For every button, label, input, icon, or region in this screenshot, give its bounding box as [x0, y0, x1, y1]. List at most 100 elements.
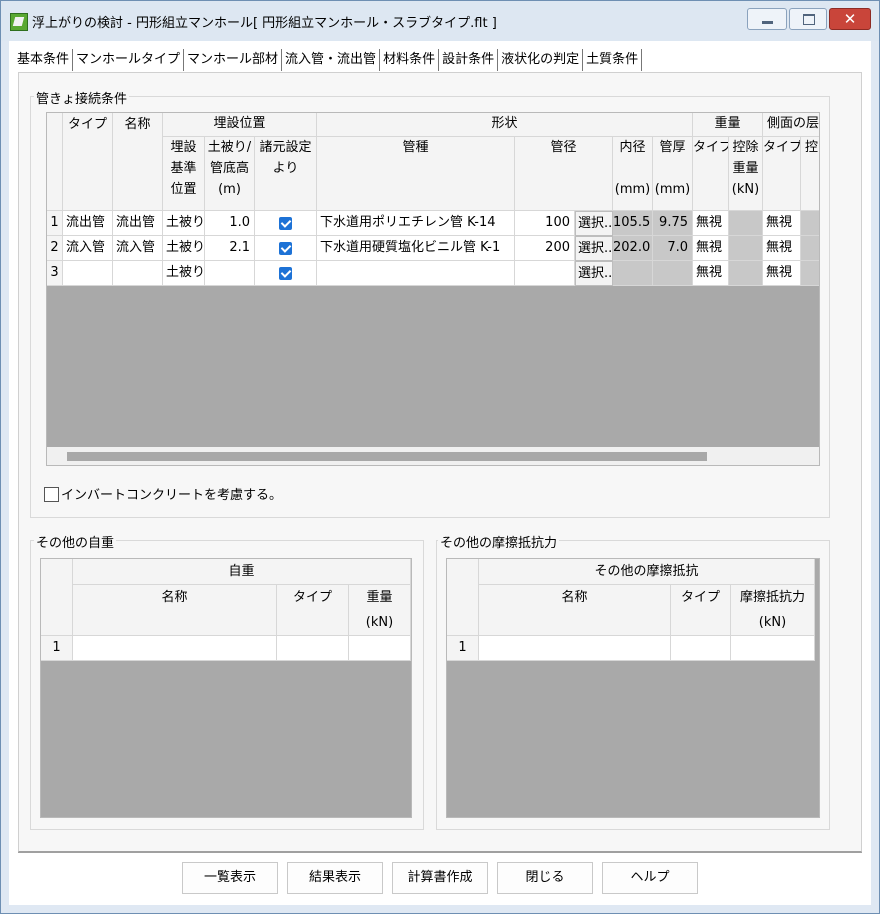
- cell-burial-basis[interactable]: 土被り: [163, 236, 205, 261]
- tab-inflow-outflow[interactable]: 流入管・流出管: [282, 49, 381, 71]
- invert-concrete-label[interactable]: インバートコンクリートを考慮する。: [61, 484, 282, 503]
- create-report-button[interactable]: 計算書作成: [392, 862, 488, 894]
- cell-type[interactable]: 流出管: [63, 211, 113, 236]
- col-header-deduct-weight: 控除 重量 (kN): [729, 137, 763, 211]
- cell-cover[interactable]: [205, 261, 255, 286]
- deduct-line2: 重量: [732, 161, 759, 176]
- close-window-button[interactable]: ✕: [829, 8, 871, 30]
- tab-liquefaction[interactable]: 液状化の判定: [498, 49, 584, 71]
- col-header-weight: 重量 (kN): [349, 585, 411, 636]
- col-header-type: タイプ: [277, 585, 349, 636]
- cell-side-type[interactable]: 無視: [763, 261, 801, 286]
- col-header-name: 名称: [73, 585, 277, 636]
- invert-concrete-checkbox[interactable]: [44, 487, 59, 502]
- cell-name[interactable]: 流入管: [113, 236, 163, 261]
- tab-soil-conditions[interactable]: 土質条件: [583, 49, 643, 71]
- scrollbar-thumb[interactable]: [67, 452, 707, 461]
- cell-thickness: [653, 261, 693, 286]
- select-pipe-button[interactable]: 選択...: [575, 261, 613, 286]
- list-view-button[interactable]: 一覧表示: [182, 862, 278, 894]
- cell-side-partial: [801, 236, 819, 261]
- help-button[interactable]: ヘルプ: [602, 862, 698, 894]
- minimize-button[interactable]: [747, 8, 787, 30]
- col-header-side-type: タイプ: [763, 137, 801, 211]
- row-number: 1: [47, 211, 63, 236]
- cell-from-settings[interactable]: [255, 261, 317, 286]
- checkbox-checked-icon[interactable]: [279, 267, 292, 280]
- cell-type[interactable]: [63, 261, 113, 286]
- col-header-weight-type: タイプ: [693, 137, 729, 211]
- cell-cover[interactable]: 2.1: [205, 236, 255, 261]
- cell-name[interactable]: [113, 261, 163, 286]
- result-view-button[interactable]: 結果表示: [287, 862, 383, 894]
- settings-line1: 諸元設定: [259, 140, 312, 155]
- grid-corner: [47, 113, 63, 211]
- grid-corner: [41, 559, 73, 636]
- close-button[interactable]: 閉じる: [497, 862, 593, 894]
- weight-line2: (kN): [365, 615, 394, 630]
- cell-burial-basis[interactable]: 土被り: [163, 211, 205, 236]
- cell-weight-type[interactable]: 無視: [693, 211, 729, 236]
- cell-weight-type[interactable]: 無視: [693, 261, 729, 286]
- friction-grid[interactable]: その他の摩擦抵抗 名称 タイプ 摩擦抵抗力 (kN) 1: [446, 558, 820, 818]
- cell-cover[interactable]: 1.0: [205, 211, 255, 236]
- cell-type[interactable]: [277, 636, 349, 661]
- maximize-button[interactable]: [789, 8, 827, 30]
- cell-thickness: 9.75: [653, 211, 693, 236]
- checkbox-checked-icon[interactable]: [279, 242, 292, 255]
- col-header-thickness: 管厚 (mm): [653, 137, 693, 211]
- cell-type[interactable]: 流入管: [63, 236, 113, 261]
- tab-design-conditions[interactable]: 設計条件: [439, 49, 499, 71]
- tab-manhole-type[interactable]: マンホールタイプ: [73, 49, 185, 71]
- cell-deduct-weight: [729, 261, 763, 286]
- cell-weight-type[interactable]: 無視: [693, 236, 729, 261]
- select-pipe-button[interactable]: 選択...: [575, 236, 613, 261]
- cell-inner-diameter: [613, 261, 653, 286]
- app-icon: [10, 13, 28, 31]
- bottom-separator: [18, 852, 862, 853]
- tab-material-conditions[interactable]: 材料条件: [380, 49, 440, 71]
- col-header-self-weight: 自重: [73, 559, 411, 585]
- cell-name[interactable]: [73, 636, 277, 661]
- cell-side-type[interactable]: 無視: [763, 211, 801, 236]
- row-number: 2: [47, 236, 63, 261]
- deduct-line3: (kN): [731, 182, 760, 197]
- cover-line1: 土被り/: [207, 140, 252, 155]
- tab-basic-conditions[interactable]: 基本条件: [14, 49, 74, 71]
- cell-name[interactable]: 流出管: [113, 211, 163, 236]
- select-pipe-button[interactable]: 選択...: [575, 211, 613, 236]
- cell-from-settings[interactable]: [255, 236, 317, 261]
- cell-pipe-type[interactable]: 下水道用硬質塩化ビニル管 K-1: [317, 236, 515, 261]
- tab-manhole-parts[interactable]: マンホール部材: [184, 49, 283, 71]
- force-line1: 摩擦抵抗力: [739, 590, 805, 605]
- checkbox-checked-icon[interactable]: [279, 217, 292, 230]
- cell-friction-force[interactable]: [731, 636, 815, 661]
- horizontal-scrollbar[interactable]: [47, 447, 819, 465]
- col-header-name: 名称: [113, 113, 163, 211]
- cell-weight[interactable]: [349, 636, 411, 661]
- row-number: 1: [41, 636, 73, 661]
- burial-basis-line2: 基準: [170, 161, 197, 176]
- cell-pipe-type[interactable]: [317, 261, 515, 286]
- col-header-from-settings: 諸元設定 より: [255, 137, 317, 211]
- pipe-grid[interactable]: タイプ 名称 埋設位置 形状 重量 側面の层 埋設 基準 位置 土被り/ 管底高…: [46, 112, 820, 466]
- cell-side-type[interactable]: 無視: [763, 236, 801, 261]
- cell-thickness: 7.0: [653, 236, 693, 261]
- cell-pipe-diameter[interactable]: 100: [515, 211, 575, 236]
- col-header-type: タイプ: [671, 585, 731, 636]
- thick-line1: 管厚: [659, 140, 686, 155]
- cell-pipe-type[interactable]: 下水道用ポリエチレン管 K-14: [317, 211, 515, 236]
- title-bar[interactable]: 浮上がりの検討 - 円形組立マンホール[ 円形組立マンホール・スラブタイプ.fl…: [1, 1, 879, 41]
- tab-strip: 基本条件 マンホールタイプ マンホール部材 流入管・流出管 材料条件 設計条件 …: [14, 49, 643, 71]
- force-line2: (kN): [758, 615, 787, 630]
- cell-pipe-diameter[interactable]: 200: [515, 236, 575, 261]
- thick-line2: (mm): [654, 182, 691, 197]
- cell-pipe-diameter[interactable]: [515, 261, 575, 286]
- cell-side-partial: [801, 261, 819, 286]
- cell-type[interactable]: [671, 636, 731, 661]
- cell-name[interactable]: [479, 636, 671, 661]
- col-header-type: タイプ: [63, 113, 113, 211]
- self-weight-grid[interactable]: 自重 名称 タイプ 重量 (kN) 1: [40, 558, 412, 818]
- cell-burial-basis[interactable]: 土被り: [163, 261, 205, 286]
- cell-from-settings[interactable]: [255, 211, 317, 236]
